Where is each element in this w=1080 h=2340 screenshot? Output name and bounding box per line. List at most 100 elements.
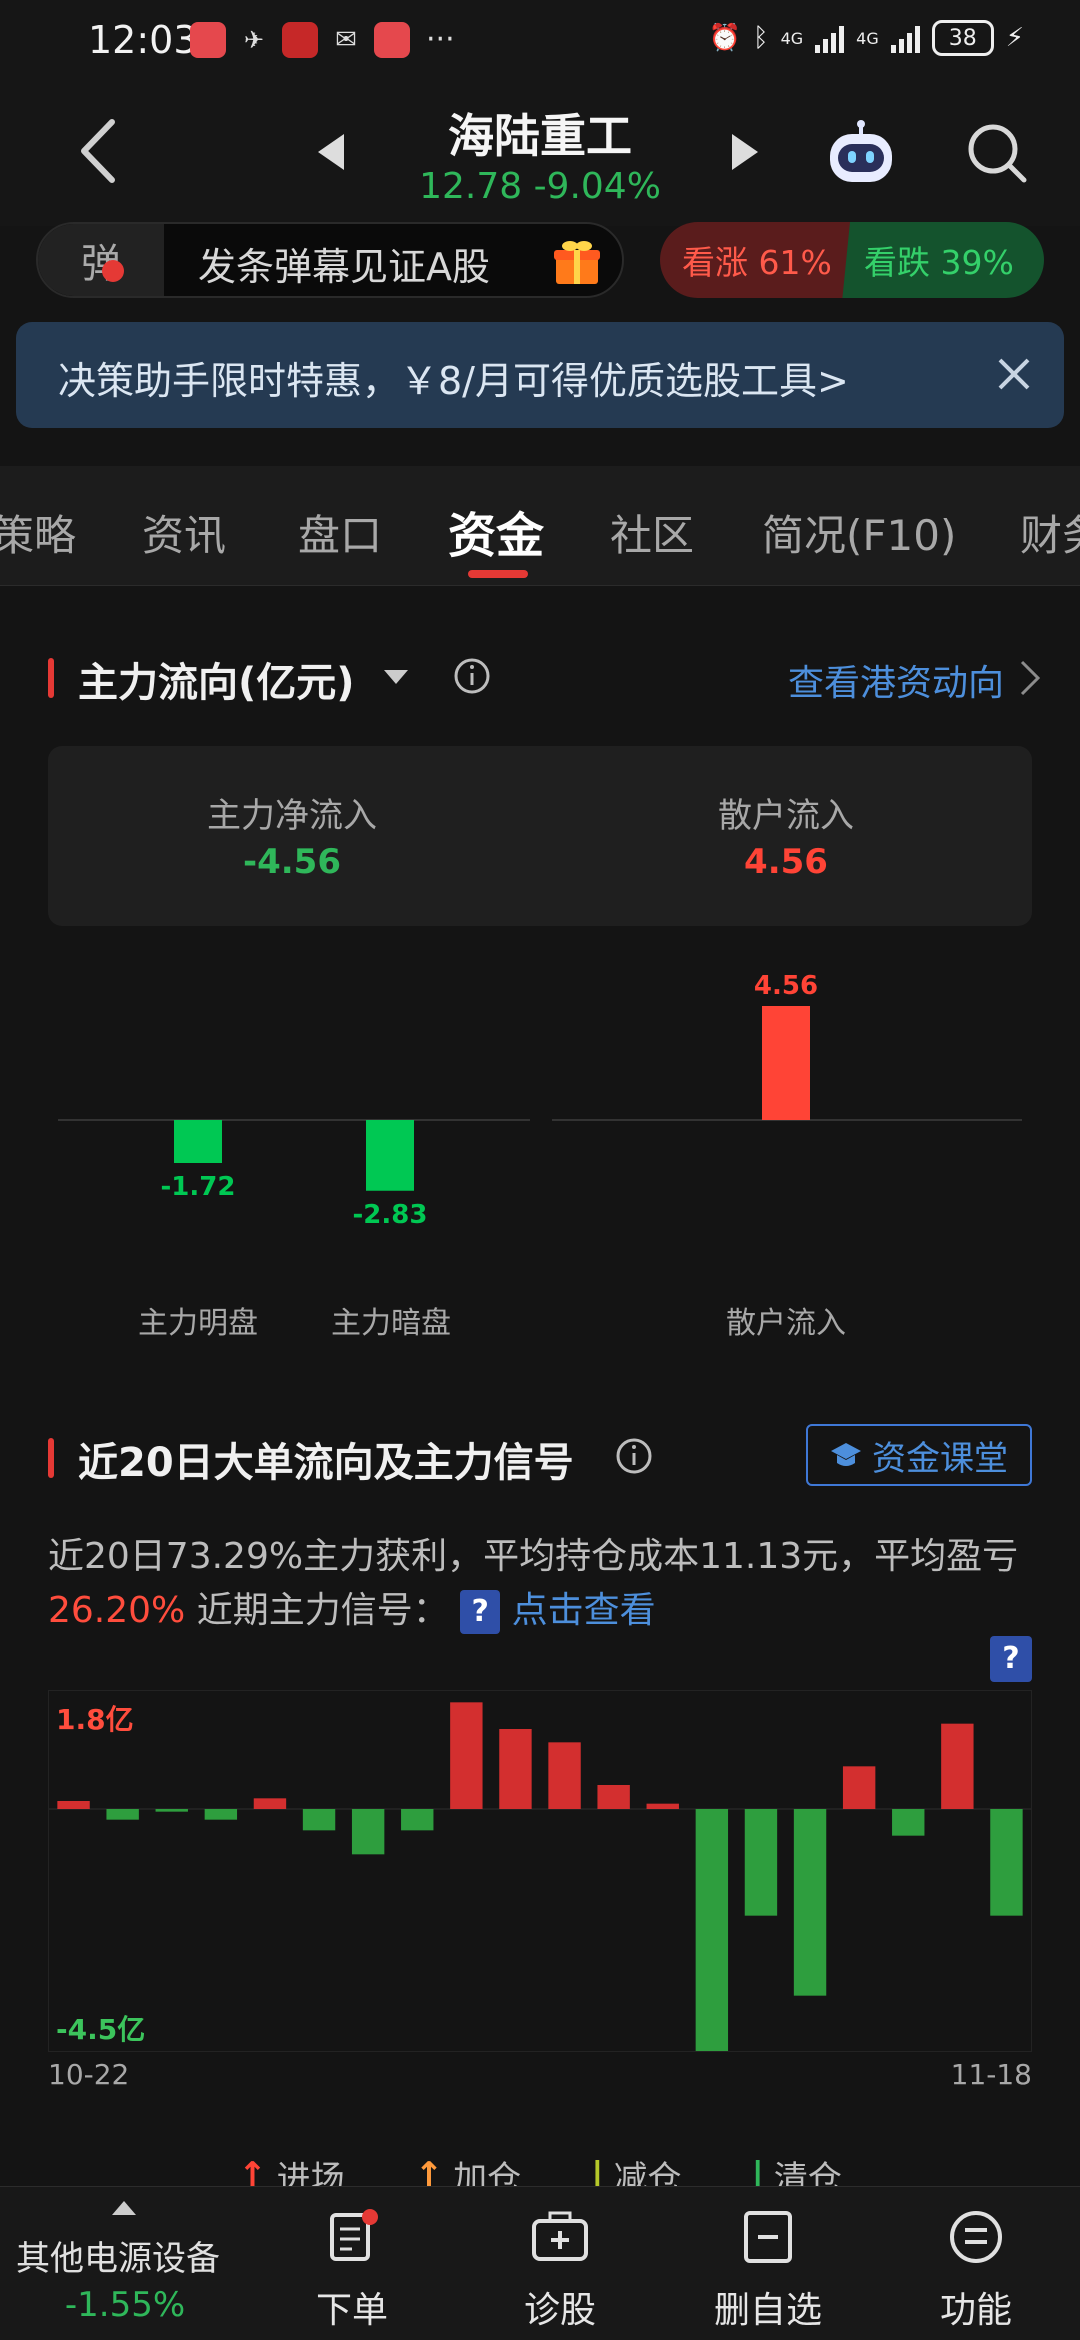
chevron-right-icon[interactable] — [1014, 658, 1044, 698]
tab-f10[interactable]: 简况(F10) — [762, 502, 956, 563]
signal-description: 近20日73.29%主力获利，平均持仓成本11.13元，平均盈亏 26.20% 近… — [48, 1530, 1038, 1638]
retail-inflow-value: 4.56 — [744, 842, 828, 882]
status-bar: 12:03 ✈ ✉ ··· ⏰ ᛒ 4G 4G 38 ⚡ — [0, 0, 1080, 86]
active-tab-indicator — [468, 570, 528, 578]
flow-bar-14 — [695, 1809, 729, 2051]
battery-level: 38 — [948, 25, 977, 51]
alarm-icon: ⏰ — [708, 23, 741, 53]
diagnose-button[interactable]: 诊股 — [480, 2187, 640, 2340]
vote-up-button[interactable]: 看涨 61% — [660, 222, 850, 298]
flow-bar-4 — [204, 1809, 238, 1820]
bar-label-hidden: 主力暗盘 — [331, 1306, 451, 1341]
remove-watchlist-button[interactable]: 删自选 — [688, 2187, 848, 2340]
flow-bar-18 — [892, 1809, 925, 1836]
chevron-down-icon[interactable] — [384, 670, 408, 684]
flow-bar-12 — [597, 1785, 630, 1809]
flow-bar-2 — [106, 1809, 139, 1820]
signal-bar-chart-svg — [49, 1702, 1031, 2051]
next-stock-button[interactable] — [732, 134, 758, 170]
order-button[interactable]: 下单 — [272, 2187, 432, 2340]
flow-bar-7 — [351, 1809, 385, 1855]
flow-bar-6 — [302, 1809, 336, 1831]
bar-hidden — [366, 1120, 414, 1191]
menu-icon — [950, 2211, 1002, 2263]
flow-bar-19 — [941, 1723, 974, 1809]
remove-watchlist-label: 删自选 — [713, 2290, 822, 2331]
sector-indicator[interactable]: 其他电源设备 -1.55% — [0, 2187, 240, 2340]
tab-community[interactable]: 社区 — [610, 502, 694, 563]
danmaku-badge: 弹 — [38, 224, 164, 296]
flow-bar-chart-svg: -1.72 -2.83 4.56 — [58, 971, 1022, 1230]
signal-bar-chart — [48, 1690, 1032, 2052]
section-marker — [48, 1438, 54, 1478]
paper-plane-icon: ✈ — [243, 26, 265, 54]
info-icon[interactable] — [452, 656, 492, 696]
graduation-cap-icon — [831, 1443, 861, 1466]
order-document-icon — [330, 2209, 378, 2261]
tab-bar: 策略 资讯 盘口 资金 社区 简况(F10) 财务 — [0, 466, 1080, 586]
order-label: 下单 — [315, 2290, 388, 2331]
signal-icon — [815, 23, 845, 53]
desc-signal-label: 近期主力信号： — [196, 1590, 449, 1631]
flow-summary: 主力净流入 -4.56 散户流入 4.56 — [48, 746, 1032, 926]
tab-capital[interactable]: 资金 — [448, 496, 544, 566]
app-notification-icon — [282, 22, 318, 58]
bluetooth-icon: ᛒ — [752, 23, 769, 53]
more-notifications-icon: ··· — [426, 22, 455, 57]
bull-bear-vote[interactable]: 看涨 61% 看跌 39% — [660, 222, 1044, 298]
promo-text: 决策助手限时特惠，￥8/月可得优质选股工具> — [58, 359, 849, 403]
close-icon[interactable] — [994, 354, 1034, 394]
app-notification-icon — [190, 22, 226, 58]
danmaku-input[interactable]: 弹 发条弹幕见证A股 — [36, 222, 624, 298]
avg-pnl-value: 26.20% — [48, 1590, 186, 1631]
gift-icon[interactable] — [552, 238, 602, 286]
view-signal-link[interactable]: 点击查看 — [512, 1590, 656, 1631]
flow-bar-3 — [155, 1809, 188, 1812]
flow-bar-17 — [842, 1766, 876, 1809]
tab-strategy[interactable]: 策略 — [0, 502, 76, 563]
promo-banner[interactable]: 决策助手限时特惠，￥8/月可得优质选股工具> — [16, 322, 1064, 428]
charging-icon: ⚡ — [1005, 23, 1024, 53]
ai-assistant-robot-icon[interactable] — [826, 118, 896, 188]
x-end-label: 11-18 — [950, 2058, 1032, 2091]
flow-bar-8 — [401, 1809, 434, 1831]
y-min-label: -4.5亿 — [56, 2013, 146, 2046]
functions-label: 功能 — [939, 2290, 1012, 2331]
bar-visible — [174, 1120, 222, 1163]
bar-retail-value: 4.56 — [754, 971, 818, 1001]
flow-bar-10 — [499, 1729, 532, 1809]
flow-bar-9 — [450, 1702, 483, 1809]
tab-news[interactable]: 资讯 — [142, 502, 226, 563]
bottom-nav: 其他电源设备 -1.55% 下单 诊股 删自选 功能 — [0, 2186, 1080, 2340]
hk-capital-link[interactable]: 查看港资动向 — [788, 654, 1004, 706]
flow-bar-16 — [793, 1809, 827, 1996]
bar-retail — [762, 1006, 810, 1120]
remove-watchlist-icon — [744, 2211, 792, 2263]
tab-orderbook[interactable]: 盘口 — [298, 502, 382, 563]
main-flow-title[interactable]: 主力流向(亿元) — [78, 650, 355, 708]
flow-bar-chart: -1.72 -2.83 4.56 主力明盘 主力暗盘 散户流入 — [48, 960, 1032, 1360]
desc-text: 近20日73.29%主力获利，平均持仓成本11.13元，平均盈亏 — [48, 1536, 1019, 1577]
app-notification-icon — [374, 22, 410, 58]
help-icon[interactable]: ? — [990, 1636, 1032, 1682]
info-icon[interactable] — [614, 1436, 654, 1476]
danmaku-placeholder: 发条弹幕见证A股 — [198, 245, 490, 289]
battery-icon: 38 — [931, 20, 994, 56]
check-badge-icon — [102, 260, 124, 282]
vote-down-button[interactable]: 看跌 39% — [842, 222, 1044, 298]
section-marker — [48, 658, 54, 698]
flow-bar-5 — [253, 1798, 287, 1809]
diagnose-label: 诊股 — [523, 2290, 596, 2331]
capital-course-button[interactable]: 资金课堂 — [806, 1424, 1032, 1486]
tab-finance[interactable]: 财务 — [1020, 502, 1080, 563]
system-status: ⏰ ᛒ 4G 4G 38 ⚡ — [709, 20, 1024, 56]
y-max-label: 1.8亿 — [56, 1703, 134, 1736]
bar-hidden-value: -2.83 — [353, 1200, 428, 1230]
search-icon[interactable] — [964, 120, 1030, 186]
bar-visible-value: -1.72 — [161, 1172, 236, 1202]
functions-button[interactable]: 功能 — [896, 2187, 1056, 2340]
help-icon[interactable]: ? — [460, 1590, 501, 1634]
signal-section-title: 近20日大单流向及主力信号 — [78, 1440, 574, 1486]
signal-icon-2 — [890, 23, 920, 53]
bar-label-retail: 散户流入 — [726, 1306, 846, 1341]
